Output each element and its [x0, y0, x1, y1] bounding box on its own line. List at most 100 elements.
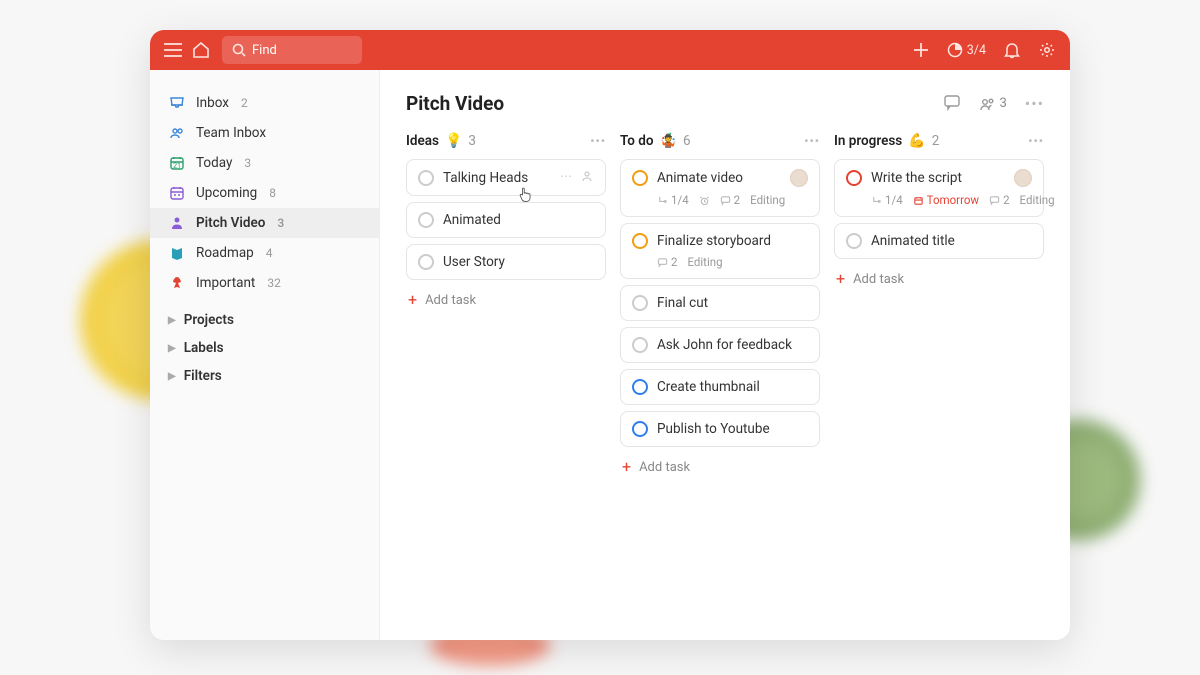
search-input[interactable]: Find: [222, 36, 362, 64]
team-icon: [168, 124, 186, 142]
sidebar-item-label: Team Inbox: [196, 125, 266, 141]
sidebar: Inbox2Team Inbox21Today3Upcoming8Pitch V…: [150, 70, 380, 640]
column-more-icon[interactable]: •••: [804, 134, 820, 148]
reminder-icon: [699, 195, 710, 206]
settings-icon[interactable]: [1038, 41, 1056, 59]
sidebar-item-label: Today: [196, 155, 232, 171]
roadmap-icon: [168, 244, 186, 262]
subtask-count: 1/4: [657, 193, 689, 207]
task-title: Final cut: [657, 295, 808, 311]
subtask-count: 1/4: [871, 193, 903, 207]
sidebar-item-count: 8: [269, 186, 276, 200]
add-task-button[interactable]: +Add task: [406, 286, 606, 314]
share-button[interactable]: 3: [979, 96, 1006, 112]
plus-icon: +: [408, 292, 417, 308]
column-header: Ideas💡3•••: [406, 133, 606, 149]
progress-counter[interactable]: 3/4: [947, 42, 986, 58]
column-header: In progress💪2•••: [834, 133, 1044, 149]
task-card[interactable]: Animated title: [834, 223, 1044, 259]
comment-count: 2: [657, 255, 677, 269]
sidebar-item-pitch-video[interactable]: Pitch Video 3: [150, 208, 379, 238]
task-card[interactable]: Publish to Youtube: [620, 411, 820, 447]
task-checkbox[interactable]: [418, 170, 434, 186]
more-icon[interactable]: •••: [1025, 94, 1044, 113]
task-card[interactable]: Animated: [406, 202, 606, 238]
task-card[interactable]: Write the script1/4Tomorrow2Editing: [834, 159, 1044, 217]
sidebar-item-inbox[interactable]: Inbox 2: [150, 88, 379, 118]
task-card[interactable]: Animate video 1/4 2 Editing: [620, 159, 820, 217]
task-checkbox[interactable]: [632, 421, 648, 437]
task-checkbox[interactable]: [846, 233, 862, 249]
add-task-button[interactable]: +Add task: [620, 453, 820, 481]
comment-count: 2: [720, 193, 740, 207]
sidebar-item-count: 3: [244, 156, 251, 170]
task-checkbox[interactable]: [632, 337, 648, 353]
task-title: Finalize storyboard: [657, 233, 808, 249]
task-title: Animated title: [871, 233, 1032, 249]
task-card[interactable]: User Story: [406, 244, 606, 280]
pitch-icon: [168, 214, 186, 232]
sidebar-item-count: 4: [266, 246, 273, 260]
task-checkbox[interactable]: [632, 170, 648, 186]
column-more-icon[interactable]: •••: [590, 134, 606, 148]
sidebar-section-projects[interactable]: ▶Projects: [150, 306, 379, 334]
task-checkbox[interactable]: [632, 295, 648, 311]
upcoming-icon: [168, 184, 186, 202]
assign-icon[interactable]: [580, 169, 594, 186]
task-checkbox[interactable]: [632, 233, 648, 249]
task-card[interactable]: Talking Heads⋯: [406, 159, 606, 196]
inbox-icon: [168, 94, 186, 112]
task-tag: Editing: [750, 193, 785, 207]
sidebar-item-count: 2: [241, 96, 248, 110]
plus-icon: +: [836, 271, 845, 287]
assignee-avatar[interactable]: [1014, 169, 1032, 187]
page-title: Pitch Video: [406, 92, 504, 115]
more-icon[interactable]: ⋯: [560, 169, 572, 186]
sidebar-item-label: Pitch Video: [196, 215, 265, 231]
column-count: 3: [468, 133, 476, 149]
task-title: Ask John for feedback: [657, 337, 808, 353]
task-title: Animate video: [657, 170, 781, 186]
task-checkbox[interactable]: [632, 379, 648, 395]
task-meta: 1/4Tomorrow2Editing: [846, 193, 1032, 207]
sidebar-section-labels[interactable]: ▶Labels: [150, 334, 379, 362]
task-checkbox[interactable]: [846, 170, 862, 186]
task-title: User Story: [443, 254, 594, 270]
home-icon[interactable]: [192, 41, 210, 59]
add-icon[interactable]: [913, 42, 929, 58]
sidebar-item-count: 3: [277, 216, 284, 230]
sidebar-item-team-inbox[interactable]: Team Inbox: [150, 118, 379, 148]
sidebar-item-count: 32: [267, 276, 281, 290]
task-tag: Editing: [687, 255, 722, 269]
due-date: Tomorrow: [913, 193, 979, 207]
column-emoji: 💪: [908, 133, 925, 149]
plus-icon: +: [622, 459, 631, 475]
column-header: To do🤹6•••: [620, 133, 820, 149]
column-emoji: 🤹: [660, 133, 677, 149]
column-more-icon[interactable]: •••: [1028, 134, 1044, 148]
sidebar-item-upcoming[interactable]: Upcoming8: [150, 178, 379, 208]
menu-icon[interactable]: [164, 43, 182, 57]
comment-count: 2: [989, 193, 1009, 207]
task-card[interactable]: Ask John for feedback: [620, 327, 820, 363]
task-card[interactable]: Create thumbnail: [620, 369, 820, 405]
task-checkbox[interactable]: [418, 254, 434, 270]
sidebar-item-label: Roadmap: [196, 245, 254, 261]
comments-icon[interactable]: [943, 93, 961, 115]
task-card[interactable]: Final cut: [620, 285, 820, 321]
task-checkbox[interactable]: [418, 212, 434, 228]
assignee-avatar[interactable]: [790, 169, 808, 187]
task-card[interactable]: Finalize storyboard 2 Editing: [620, 223, 820, 279]
board-column-ideas: Ideas💡3•••Talking Heads⋯AnimatedUser Sto…: [406, 133, 606, 481]
sidebar-item-important[interactable]: Important32: [150, 268, 379, 298]
sidebar-section-filters[interactable]: ▶Filters: [150, 362, 379, 390]
add-task-button[interactable]: +Add task: [834, 265, 1044, 293]
task-title: Create thumbnail: [657, 379, 808, 395]
task-meta: 1/4 2 Editing: [632, 193, 808, 207]
sidebar-item-roadmap[interactable]: Roadmap 4: [150, 238, 379, 268]
column-emoji: 💡: [445, 133, 462, 149]
bell-icon[interactable]: [1004, 41, 1020, 59]
sidebar-item-today[interactable]: 21Today3: [150, 148, 379, 178]
sidebar-item-label: Inbox: [196, 95, 229, 111]
search-placeholder: Find: [252, 43, 277, 58]
